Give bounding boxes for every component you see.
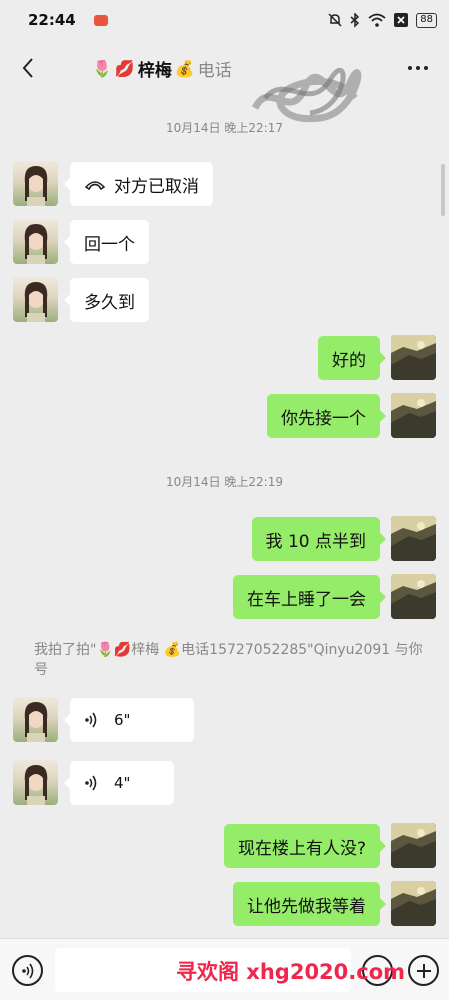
timestamp: 10月14日 晚上22:19 <box>166 475 283 489</box>
voice-message-bubble[interactable]: 6" <box>64 698 194 742</box>
timestamp: 10月14日 晚上22:17 <box>166 121 283 135</box>
voice-input-button[interactable] <box>12 955 43 986</box>
kiss-emoji: 💋 <box>114 59 135 78</box>
message-bubble[interactable]: 多久到 <box>64 278 149 322</box>
self-avatar[interactable] <box>391 516 436 561</box>
self-avatar[interactable] <box>391 823 436 868</box>
contact-avatar[interactable] <box>13 161 58 206</box>
message-bubble-self[interactable]: 好的 <box>318 336 386 380</box>
contact-avatar[interactable] <box>13 760 58 805</box>
voice-wave-icon <box>21 963 33 978</box>
mute-icon <box>328 13 342 27</box>
message-text: 好的 <box>332 350 366 371</box>
self-avatar[interactable] <box>391 574 436 619</box>
back-button[interactable] <box>14 54 42 82</box>
status-bar: 22:44 88 <box>0 0 449 40</box>
message-bubble-self[interactable]: 让他先做我等着 <box>233 882 386 926</box>
message-text: 对方已取消 <box>114 176 199 197</box>
voice-message-bubble[interactable]: 4" <box>64 761 174 805</box>
voice-duration: 4" <box>114 774 131 792</box>
self-avatar[interactable] <box>391 335 436 380</box>
message-bubble-self[interactable]: 我 10 点半到 <box>251 517 387 561</box>
message-text: 回一个 <box>84 234 135 255</box>
bluetooth-icon <box>350 12 360 28</box>
plus-icon <box>416 963 431 978</box>
message-text: 我 10 点半到 <box>265 531 366 552</box>
contact-avatar[interactable] <box>13 277 58 322</box>
self-avatar[interactable] <box>391 881 436 926</box>
more-actions-button[interactable] <box>408 955 439 986</box>
contact-avatar[interactable] <box>13 697 58 742</box>
message-text: 让他先做我等着 <box>247 896 366 917</box>
chat-title: 🌷 💋 梓梅 💰 电话 <box>92 56 232 81</box>
money-bag-emoji: 💰 <box>174 59 195 78</box>
chat-header: 🌷 💋 梓梅 💰 电话 <box>0 40 449 123</box>
status-icons: 88 <box>328 12 437 28</box>
more-options-button[interactable] <box>405 58 431 78</box>
status-time: 22:44 <box>28 11 76 29</box>
voice-duration: 6" <box>114 711 131 729</box>
scrollbar[interactable] <box>441 164 445 216</box>
voice-wave-icon <box>84 775 98 791</box>
message-bubble[interactable]: 回一个 <box>64 220 149 264</box>
app-notification-icon <box>93 14 108 26</box>
message-text: 在车上睡了一会 <box>247 589 366 610</box>
wifi-icon <box>368 13 386 27</box>
contact-name: 梓梅 <box>137 61 172 81</box>
no-sim-icon <box>394 13 409 27</box>
chevron-left-icon <box>22 58 33 78</box>
tulip-emoji: 🌷 <box>92 59 112 78</box>
message-text: 现在楼上有人没? <box>237 838 366 859</box>
message-bubble-self[interactable]: 你先接一个 <box>267 394 386 438</box>
voice-wave-icon <box>84 712 98 728</box>
contact-name-suffix: 电话 <box>197 61 232 81</box>
battery-indicator: 88 <box>416 12 437 28</box>
message-bubble-call-cancelled[interactable]: 对方已取消 <box>64 162 213 206</box>
message-bubble-self[interactable]: 现在楼上有人没? <box>223 824 387 868</box>
phone-hangup-icon <box>84 178 106 190</box>
system-nudge-message: 我拍了拍"🌷💋梓梅 💰电话15727052285"Qinyu2091 与你号 <box>34 642 423 678</box>
watermark: 寻欢阁 xhg2020.com <box>176 960 406 984</box>
message-text: 多久到 <box>84 292 135 313</box>
message-text: 你先接一个 <box>281 408 366 429</box>
contact-avatar[interactable] <box>13 219 58 264</box>
self-avatar[interactable] <box>391 393 436 438</box>
message-bubble-self[interactable]: 在车上睡了一会 <box>233 575 386 619</box>
